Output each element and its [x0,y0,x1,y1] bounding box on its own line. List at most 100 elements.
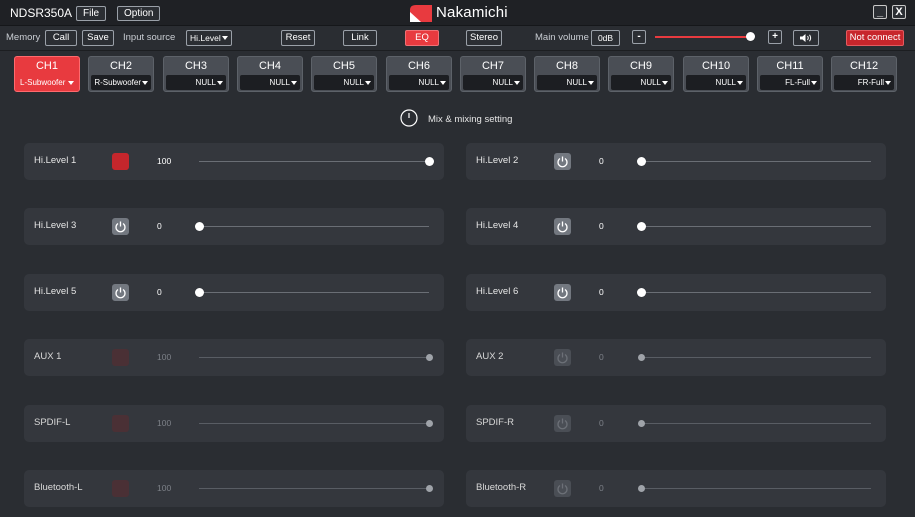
eq-button[interactable]: EQ [405,30,439,46]
channel-button-5[interactable]: CH5 NULL [311,56,377,92]
mix-slider-thumb[interactable] [425,157,434,166]
mute-button[interactable] [793,30,819,46]
mix-power-toggle[interactable] [112,480,129,497]
channel-output-select[interactable]: NULL [463,75,523,90]
mix-power-toggle[interactable] [112,284,129,301]
reset-button[interactable]: Reset [281,30,315,46]
minimize-button[interactable]: _ [873,5,887,19]
mix-slider-thumb[interactable] [195,222,204,231]
mix-power-toggle[interactable] [554,349,571,366]
channel-output-select[interactable]: R-Subwoofer [91,75,151,90]
mix-power-toggle[interactable] [554,480,571,497]
chevron-down-icon [737,81,743,85]
channel-button-1[interactable]: CH1 L-Subwoofer [14,56,80,92]
mix-slider-track[interactable] [641,226,871,227]
mix-power-toggle[interactable] [112,349,129,366]
close-button[interactable]: X [892,5,906,19]
mix-power-toggle[interactable] [112,415,129,432]
mix-slider-thumb[interactable] [638,420,645,427]
mix-slider-track[interactable] [199,161,429,162]
channel-button-4[interactable]: CH4 NULL [237,56,303,92]
mix-power-toggle[interactable] [554,218,571,235]
volume-up-button[interactable]: + [768,30,782,44]
chevron-down-icon [291,81,297,85]
mix-slider-track[interactable] [199,292,429,293]
channel-name: CH9 [629,60,652,72]
mix-power-toggle[interactable] [112,218,129,235]
link-button[interactable]: Link [343,30,377,46]
mix-slider-thumb[interactable] [426,354,433,361]
main-volume-slider-thumb[interactable] [746,32,755,41]
channel-output-select[interactable]: NULL [314,75,374,90]
mix-row: AUX 2 0 [466,339,886,376]
mix-row-value: 0 [599,352,604,362]
call-button[interactable]: Call [45,30,77,46]
mix-row: Hi.Level 1 100 [24,143,444,180]
mix-slider-thumb[interactable] [195,288,204,297]
mix-slider-thumb[interactable] [637,157,646,166]
mix-row-label: AUX 2 [476,351,504,362]
channel-output-select[interactable]: FR-Full [834,75,894,90]
channel-button-6[interactable]: CH6 NULL [386,56,452,92]
power-icon [557,156,568,168]
channel-button-2[interactable]: CH2 R-Subwoofer [88,56,154,92]
file-menu-button[interactable]: File [76,6,107,21]
stereo-button[interactable]: Stereo [466,30,502,46]
mix-slider-track[interactable] [641,423,871,424]
mix-row-label: Hi.Level 5 [34,286,77,297]
power-icon [557,483,568,495]
channel-button-8[interactable]: CH8 NULL [534,56,600,92]
mix-row: Hi.Level 5 0 [24,274,444,311]
mix-slider-thumb[interactable] [426,485,433,492]
channel-button-7[interactable]: CH7 NULL [460,56,526,92]
mix-slider-track[interactable] [641,488,871,489]
brand-name: Nakamichi [436,4,508,21]
channel-output-select[interactable]: FL-Full [760,75,820,90]
channel-button-12[interactable]: CH12 FR-Full [831,56,897,92]
mix-slider-track[interactable] [199,357,429,358]
main-volume-slider-track[interactable] [655,36,749,38]
connection-status[interactable]: Not connect [846,30,904,46]
channel-output-value: FL-Full [785,78,810,87]
channel-output-select[interactable]: L-Subwoofer [17,75,77,90]
mix-slider-track[interactable] [641,357,871,358]
chevron-down-icon [142,81,148,85]
mix-slider-track[interactable] [199,488,429,489]
channel-output-select[interactable]: NULL [611,75,671,90]
channel-output-select[interactable]: NULL [166,75,226,90]
channel-output-select[interactable]: NULL [686,75,746,90]
mix-row: Hi.Level 4 0 [466,208,886,245]
mix-power-toggle[interactable] [554,284,571,301]
speaker-icon [800,34,812,42]
mix-slider-track[interactable] [199,423,429,424]
channel-output-select[interactable]: NULL [537,75,597,90]
app-title: NDSR350A [10,6,73,20]
mix-slider-track[interactable] [641,292,871,293]
channel-button-11[interactable]: CH11 FL-Full [757,56,823,92]
channel-button-3[interactable]: CH3 NULL [163,56,229,92]
mix-slider-thumb[interactable] [426,420,433,427]
save-button[interactable]: Save [82,30,114,46]
mix-power-toggle[interactable] [554,415,571,432]
mix-row-label: SPDIF-R [476,417,514,428]
input-source-select[interactable]: Hi.Level [186,30,232,46]
power-icon[interactable] [400,109,418,127]
mix-slider-track[interactable] [199,226,429,227]
channel-output-select[interactable]: NULL [240,75,300,90]
mix-slider-thumb[interactable] [637,288,646,297]
mix-slider-thumb[interactable] [638,485,645,492]
option-menu-button[interactable]: Option [117,6,161,21]
mix-slider-track[interactable] [641,161,871,162]
volume-down-button[interactable]: - [632,30,646,44]
channel-button-9[interactable]: CH9 NULL [608,56,674,92]
channel-output-select[interactable]: NULL [389,75,449,90]
mix-power-toggle[interactable] [112,153,129,170]
mix-power-toggle[interactable] [554,153,571,170]
chevron-down-icon [68,81,74,85]
mix-slider-thumb[interactable] [637,222,646,231]
channel-button-10[interactable]: CH10 NULL [683,56,749,92]
mix-slider-thumb[interactable] [638,354,645,361]
power-icon [557,352,568,364]
channel-name: CH3 [184,60,207,72]
main-volume-label: Main volume [535,32,589,43]
